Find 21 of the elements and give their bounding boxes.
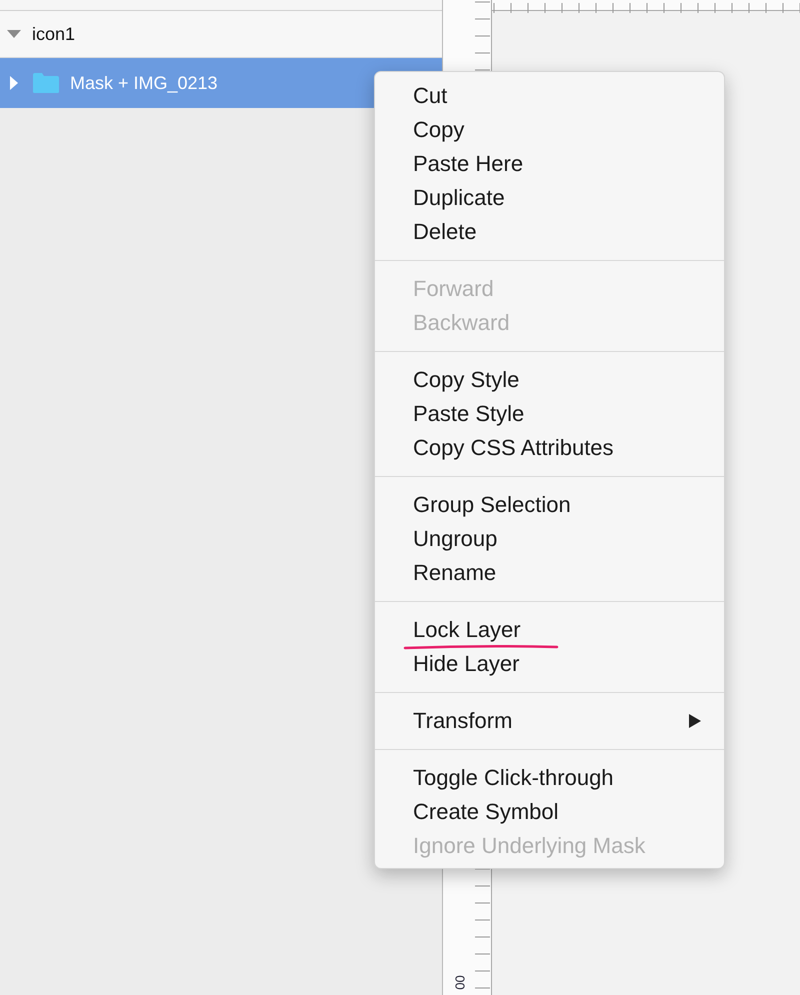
- layer-row[interactable]: icon1: [0, 11, 442, 58]
- folder-icon: [32, 72, 60, 94]
- menu-item[interactable]: Lock Layer: [375, 613, 724, 647]
- menu-item[interactable]: Copy: [375, 113, 724, 147]
- menu-item[interactable]: Copy CSS Attributes: [375, 431, 724, 465]
- menu-item[interactable]: Transform: [375, 704, 724, 738]
- menu-item[interactable]: Paste Style: [375, 397, 724, 431]
- menu-item[interactable]: Hide Layer: [375, 647, 724, 681]
- menu-item[interactable]: Duplicate: [375, 181, 724, 215]
- layer-name: icon1: [32, 24, 76, 44]
- submenu-arrow-icon: [688, 713, 702, 729]
- layer-name: Mask + IMG_0213: [70, 72, 218, 94]
- menu-item[interactable]: Copy Style: [375, 363, 724, 397]
- menu-item[interactable]: Paste Here: [375, 147, 724, 181]
- ruler-label: 00: [454, 975, 467, 990]
- menu-item[interactable]: Group Selection: [375, 488, 724, 522]
- menu-item[interactable]: Rename: [375, 556, 724, 590]
- menu-item[interactable]: Create Symbol: [375, 795, 724, 829]
- menu-item[interactable]: Delete: [375, 215, 724, 249]
- menu-item[interactable]: Ungroup: [375, 522, 724, 556]
- menu-item[interactable]: Toggle Click-through: [375, 761, 724, 795]
